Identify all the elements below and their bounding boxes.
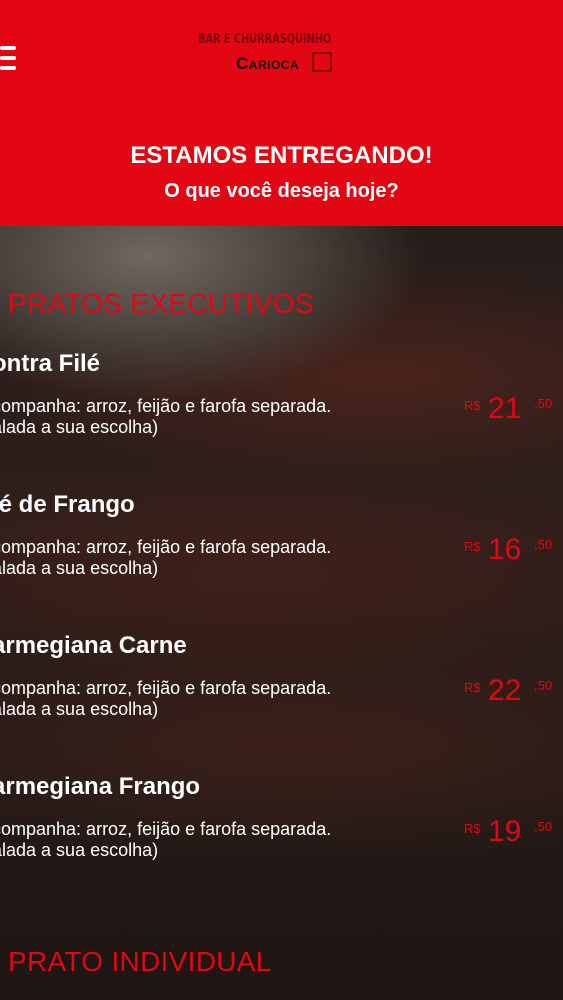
app-header: BAR E CHURRASQUINHO Carioca ESTAMOS ENTR…: [0, 0, 563, 226]
menu-item[interactable]: ontra Filé companha: arroz, feijão e far…: [0, 350, 563, 470]
hamburger-menu-icon[interactable]: [0, 46, 16, 76]
item-name: armegiana Frango: [0, 773, 201, 800]
item-description: companha: arroz, feijão e farofa separad…: [0, 678, 332, 719]
item-name: lé de Frango: [0, 491, 135, 518]
menu-item[interactable]: armegiana Frango companha: arroz, feijão…: [0, 773, 563, 893]
item-description: companha: arroz, feijão e farofa separad…: [0, 396, 332, 437]
item-description: companha: arroz, feijão e farofa separad…: [0, 537, 332, 578]
menu-item[interactable]: armegiana Carne companha: arroz, feijão …: [0, 632, 563, 752]
menu-background: PRATOS EXECUTIVOS ontra Filé companha: a…: [0, 226, 563, 1000]
item-name: ontra Filé: [0, 350, 101, 377]
delivery-headline: ESTAMOS ENTREGANDO!: [130, 142, 433, 169]
section-title-pratos-executivos[interactable]: PRATOS EXECUTIVOS: [8, 288, 314, 320]
section-title-prato-individual[interactable]: PRATO INDIVIDUAL: [8, 946, 272, 978]
logo-top-text: BAR E CHURRASQUINHO: [198, 32, 332, 47]
menu-item[interactable]: lé de Frango companha: arroz, feijão e f…: [0, 491, 563, 611]
logo-box-mark: [312, 52, 332, 72]
brand-logo[interactable]: BAR E CHURRASQUINHO Carioca: [198, 28, 336, 76]
delivery-subhead: O que você deseja hoje?: [164, 180, 399, 202]
logo-bottom-text: Carioca: [236, 54, 300, 73]
item-name: armegiana Carne: [0, 632, 187, 659]
item-description: companha: arroz, feijão e farofa separad…: [0, 819, 332, 860]
